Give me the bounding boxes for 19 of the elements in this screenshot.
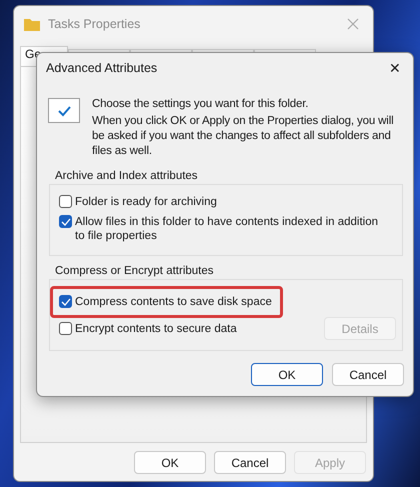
dialog-button[interactable]: Cancel [332, 363, 404, 386]
checkbox[interactable] [59, 195, 72, 208]
checkbox[interactable] [59, 295, 72, 308]
description-text: When you click OK or Apply on the Properties dialog, you will be asked if you want the changes to affect all subfolders and files as well. [92, 114, 395, 159]
checkbox-option[interactable]: Encrypt contents to secure data [50, 316, 248, 340]
intro-text: Choose the settings you want for this folder. [92, 97, 310, 112]
checkbox[interactable] [59, 215, 72, 228]
group-title: Archive and Index attributes [55, 169, 199, 184]
folder-icon [24, 18, 40, 30]
dialog-button[interactable]: OK [134, 451, 206, 474]
checkbox-option[interactable]: Compress contents to save disk space [50, 286, 283, 318]
checkbox-icon [48, 98, 80, 123]
checkbox[interactable] [59, 322, 72, 334]
dialog-title: Advanced Attributes [46, 61, 158, 75]
dialog-button[interactable]: OK [251, 363, 323, 386]
window-title: Tasks Properties [48, 17, 142, 31]
close-button[interactable]: ✕ [385, 60, 405, 76]
dialog-button[interactable]: Cancel [214, 451, 286, 474]
group-title: Compress or Encrypt attributes [55, 264, 215, 279]
